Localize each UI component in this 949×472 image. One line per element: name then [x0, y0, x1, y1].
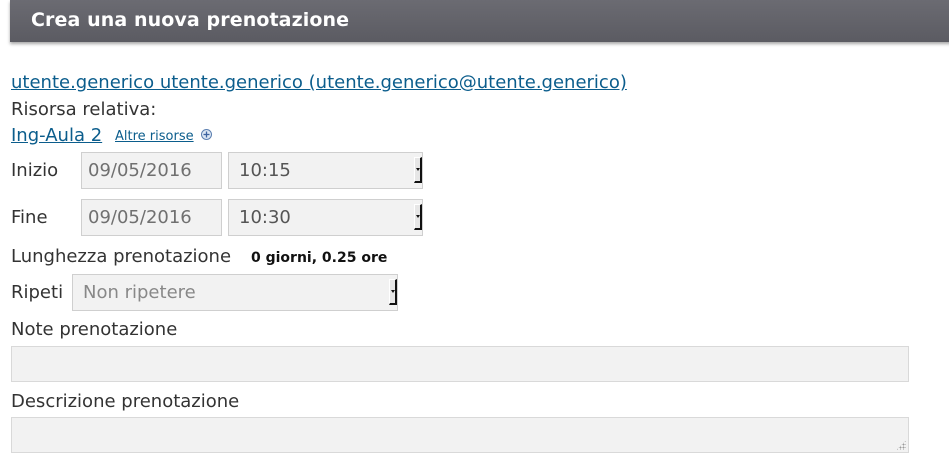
start-time-value: 10:15 — [239, 160, 291, 181]
duration-value: 0 giorni, 0.25 ore — [251, 250, 388, 266]
start-time-select[interactable]: 10:15 — [228, 152, 423, 189]
end-time-select[interactable]: 10:30 — [228, 199, 423, 236]
resource-label: Risorsa relativa: — [11, 99, 157, 120]
start-label: Inizio — [11, 160, 59, 181]
notes-field[interactable] — [11, 346, 909, 382]
chevron-down-icon — [414, 204, 422, 230]
chevron-down-icon — [389, 279, 397, 305]
start-date-input[interactable]: 09/05/2016 — [81, 152, 222, 189]
plus-circle-icon[interactable] — [201, 125, 212, 140]
end-time-value: 10:30 — [239, 207, 291, 228]
end-label: Fine — [11, 207, 48, 228]
other-resources-link[interactable]: Altre risorse — [115, 129, 194, 144]
description-field[interactable] — [11, 417, 909, 453]
end-date-input[interactable]: 09/05/2016 — [81, 199, 222, 236]
description-label: Descrizione prenotazione — [11, 391, 240, 412]
user-link[interactable]: utente.generico utente.generico (utente.… — [11, 72, 627, 93]
page-title: Crea una nuova prenotazione — [31, 9, 350, 31]
resource-name-link[interactable]: Ing-Aula 2 — [11, 125, 102, 146]
page-header: Crea una nuova prenotazione — [10, 0, 949, 42]
notes-label: Note prenotazione — [11, 319, 178, 340]
repeat-select[interactable]: Non ripetere — [72, 274, 398, 311]
chevron-down-icon — [414, 157, 422, 183]
resize-grip-icon[interactable] — [896, 440, 906, 450]
repeat-selected-value: Non ripetere — [83, 282, 196, 303]
repeat-label: Ripeti — [11, 282, 64, 303]
duration-label: Lunghezza prenotazione — [11, 246, 232, 267]
